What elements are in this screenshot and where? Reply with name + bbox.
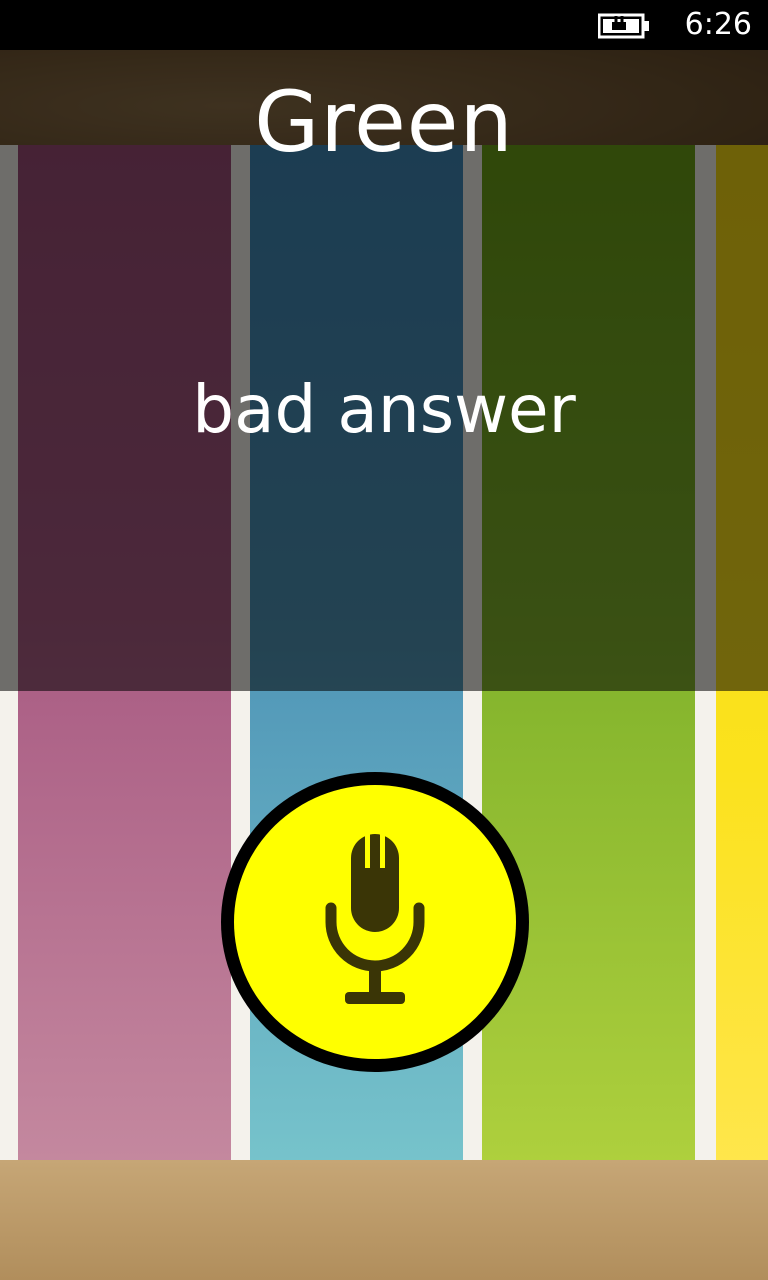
game-scene: Green bad answer xyxy=(0,50,768,1280)
battery-charging-icon xyxy=(598,13,649,39)
microphone-button-face[interactable] xyxy=(234,785,516,1059)
microphone-button[interactable] xyxy=(221,772,529,1072)
answer-feedback: bad answer xyxy=(192,371,576,448)
microphone-icon xyxy=(325,834,425,1004)
paper-bottom-decoration xyxy=(0,1160,768,1280)
status-bar: 6:26 xyxy=(0,0,768,50)
color-word-title: Green xyxy=(254,73,514,171)
status-time: 6:26 xyxy=(684,7,752,42)
